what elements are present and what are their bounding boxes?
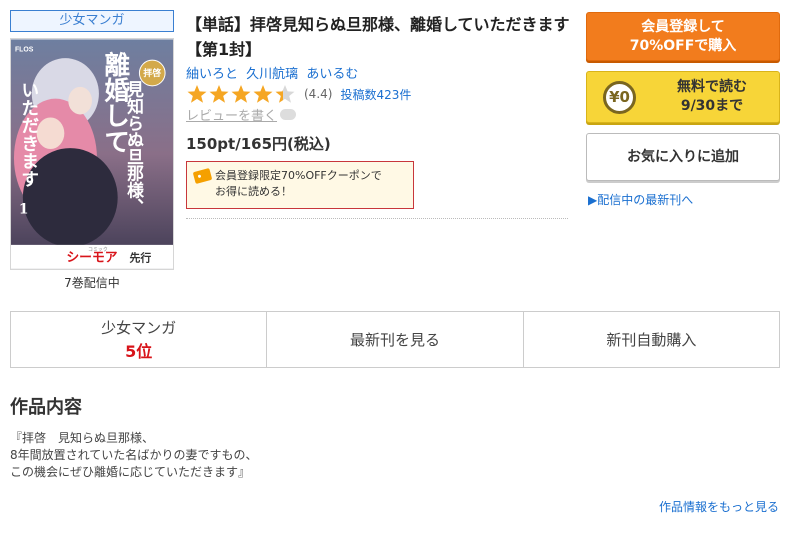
rating-stars [186,84,296,104]
write-review-link[interactable]: レビューを書く [186,105,297,124]
register-line2: 70%OFFで購入 [629,38,737,54]
author-link[interactable]: 久川航璃 [246,67,298,82]
tab-latest-label: 最新刊を見る [349,331,440,349]
tab-genre-label: 少女マンガ [101,319,177,337]
cover-publisher: FLOS [15,46,34,53]
author-list: 紬いろと 久川航璃 あいるむ [186,63,362,82]
more-info-link[interactable]: 作品情報をもっと見る [659,498,779,515]
read-free-text: 無料で読む 9/30まで [649,78,775,116]
rating-value: (4.4) [304,87,333,101]
tab-auto-buy-label: 新刊自動購入 [606,331,697,349]
latest-volume-link[interactable]: ▶配信中の最新刊へ [588,191,693,208]
book-title: 【単話】拝啓見知らぬ旦那様、離婚していただきます【第1封】 [186,15,570,59]
star-icon [209,85,229,103]
synopsis-line: 8年間放置されていた名ばかりの妻ですもの、 [10,448,258,462]
author-link[interactable]: あいるむ [306,67,358,82]
synopsis: 『拝啓 見知らぬ旦那様、 8年間放置されていた名ばかりの妻ですもの、 この機会に… [10,430,258,481]
synopsis-line: 『拝啓 見知らぬ旦那様、 [10,431,155,445]
star-icon [231,85,251,103]
tab-rank-value: 5位 [125,342,153,361]
cover-title-line3: いただきます [18,81,39,188]
tab-genre-ranking[interactable]: 少女マンガ 5位 [11,312,268,367]
price: 150pt/165円(税込) [186,135,331,153]
coupon-line2: お得に読める！ [215,185,292,198]
author-link[interactable]: 紬いろと [186,67,238,82]
yen-zero-icon: ¥0 [603,81,636,114]
action-tabs: 少女マンガ 5位 最新刊を見る 新刊自動購入 [10,311,780,368]
register-line1: 会員登録して [641,19,725,35]
coupon-line1: 会員登録限定70%OFFクーポンで [215,169,382,182]
section-title: 作品内容 [10,397,82,418]
read-free-button[interactable]: ¥0 無料で読む 9/30まで [586,71,780,123]
cover-title-small: 拝啓 [143,67,161,79]
rating-row: (4.4) 投稿数423件 [186,84,411,104]
write-review-label: レビューを書く [186,109,278,124]
genre-badge[interactable]: 少女マンガ [10,10,174,32]
read-free-line2: 9/30まで [680,98,744,114]
cover-advance: 先行 [130,251,152,265]
cover-volume: 1 [19,201,29,217]
add-favorite-button[interactable]: お気に入りに追加 [586,133,780,181]
tab-auto-purchase[interactable]: 新刊自動購入 [524,312,779,367]
synopsis-line: この機会にぜひ離婚に応じていただきます』 [10,465,251,479]
star-icon [187,85,207,103]
cover-comic: コミック [88,247,108,253]
cover-title-line2: 離婚して [100,51,130,154]
tab-latest-volume[interactable]: 最新刊を見る [267,312,524,367]
divider [186,218,568,219]
volumes-available: 7巻配信中 [64,276,120,290]
review-count-link[interactable]: 投稿数423件 [340,86,411,103]
book-cover[interactable]: FLOS 拝啓 見知らぬ旦那様、 離婚して いただきます 1 シーモア 先行 コ… [10,38,174,270]
read-free-line1: 無料で読む [677,79,747,95]
cover-illustration: FLOS 拝啓 見知らぬ旦那様、 離婚して いただきます 1 シーモア 先行 コ… [11,39,173,269]
register-purchase-button[interactable]: 会員登録して 70%OFFで購入 [586,12,780,61]
coupon-ticket-icon [192,168,213,184]
speech-bubble-icon [280,109,297,120]
coupon-notice[interactable]: 会員登録限定70%OFFクーポンで お得に読める！ [186,161,414,209]
star-icon [275,85,295,103]
star-icon [253,85,273,103]
